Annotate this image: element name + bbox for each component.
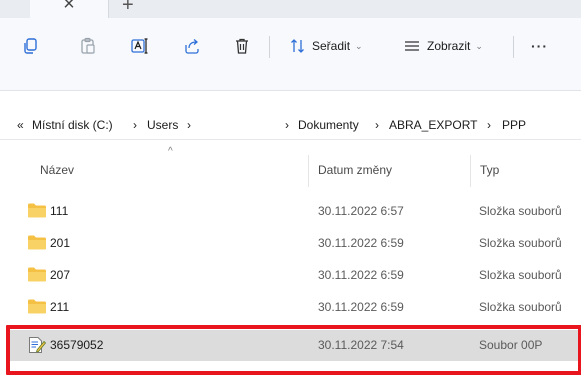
- toolbar-divider: [269, 36, 270, 58]
- delete-button[interactable]: [230, 34, 254, 58]
- breadcrumb-separator[interactable]: ›: [133, 118, 137, 132]
- new-tab-icon[interactable]: +: [122, 0, 134, 15]
- breadcrumb-separator[interactable]: ›: [285, 118, 289, 132]
- breadcrumb-item[interactable]: Dokumenty: [298, 118, 359, 132]
- copy-icon: [24, 38, 37, 54]
- red-highlight-box: [6, 325, 581, 375]
- view-label: Zobrazit: [427, 39, 471, 53]
- sort-icon: [291, 39, 304, 53]
- toolbar-bottom-border: [0, 90, 581, 91]
- breadcrumb-item[interactable]: ABRA_EXPORT: [389, 118, 477, 132]
- table-row[interactable]: 207 30.11.2022 6:59 Složka souborů: [10, 260, 581, 291]
- toolbar-divider: [513, 36, 514, 58]
- breadcrumb-item[interactable]: PPP: [502, 118, 526, 132]
- file-type: Složka souborů: [479, 268, 562, 282]
- chevron-down-icon: ⌄: [355, 40, 363, 51]
- chevron-down-icon: ⌄: [475, 40, 483, 51]
- more-options-button[interactable]: ···: [531, 34, 548, 58]
- file-date: 30.11.2022 6:59: [318, 300, 404, 314]
- view-button[interactable]: Zobrazit ⌄: [404, 34, 483, 58]
- share-icon: [185, 39, 199, 54]
- breadcrumb-separator[interactable]: ›: [187, 118, 191, 132]
- rename-icon: [131, 38, 148, 54]
- paste-icon: [81, 37, 95, 54]
- folder-icon: [28, 235, 46, 250]
- file-name: 111: [50, 204, 69, 218]
- breadcrumb[interactable]: « Místní disk (C:) › Users › › Dokumenty…: [0, 112, 581, 138]
- tab-strip: × +: [0, 0, 581, 18]
- rename-button[interactable]: [128, 34, 152, 58]
- sort-button[interactable]: Seřadit ⌄: [290, 34, 363, 58]
- breadcrumb-separator[interactable]: ›: [375, 118, 379, 132]
- file-type: Složka souborů: [479, 204, 562, 218]
- file-date: 30.11.2022 6:57: [318, 204, 404, 218]
- sort-ascending-icon: ^: [168, 146, 173, 157]
- copy-button[interactable]: [18, 34, 42, 58]
- table-row[interactable]: 111 30.11.2022 6:57 Složka souborů: [10, 196, 581, 227]
- active-tab[interactable]: ×: [30, 0, 109, 18]
- trash-icon: [236, 38, 248, 54]
- file-name: 201: [50, 236, 71, 250]
- table-row[interactable]: 211 30.11.2022 6:59 Složka souborů: [10, 292, 581, 323]
- file-name: 207: [50, 268, 71, 282]
- share-button[interactable]: [180, 34, 204, 58]
- breadcrumb-item[interactable]: Users: [147, 118, 178, 132]
- close-tab-icon[interactable]: ×: [30, 0, 108, 14]
- file-type: Složka souborů: [479, 300, 562, 314]
- paste-button[interactable]: [76, 34, 100, 58]
- column-divider[interactable]: [470, 155, 471, 187]
- file-date: 30.11.2022 6:59: [318, 268, 404, 282]
- breadcrumb-separator[interactable]: ›: [487, 118, 491, 132]
- column-header-type[interactable]: Typ: [480, 163, 499, 177]
- file-name: 211: [50, 300, 70, 314]
- breadcrumb-item[interactable]: Místní disk (C:): [32, 118, 113, 132]
- file-type: Složka souborů: [479, 236, 562, 250]
- folder-icon: [28, 299, 46, 314]
- table-row[interactable]: 201 30.11.2022 6:59 Složka souborů: [10, 228, 581, 259]
- folder-icon: [28, 203, 46, 218]
- column-header-name[interactable]: Název: [40, 163, 74, 177]
- breadcrumb-overflow-icon[interactable]: «: [17, 118, 24, 132]
- sort-label: Seřadit: [312, 39, 351, 53]
- file-date: 30.11.2022 6:59: [318, 236, 404, 250]
- column-header-date[interactable]: Datum změny: [318, 163, 392, 177]
- address-bar-border: [0, 139, 581, 140]
- view-icon: [405, 41, 419, 51]
- folder-icon: [28, 267, 46, 282]
- column-divider[interactable]: [308, 155, 309, 187]
